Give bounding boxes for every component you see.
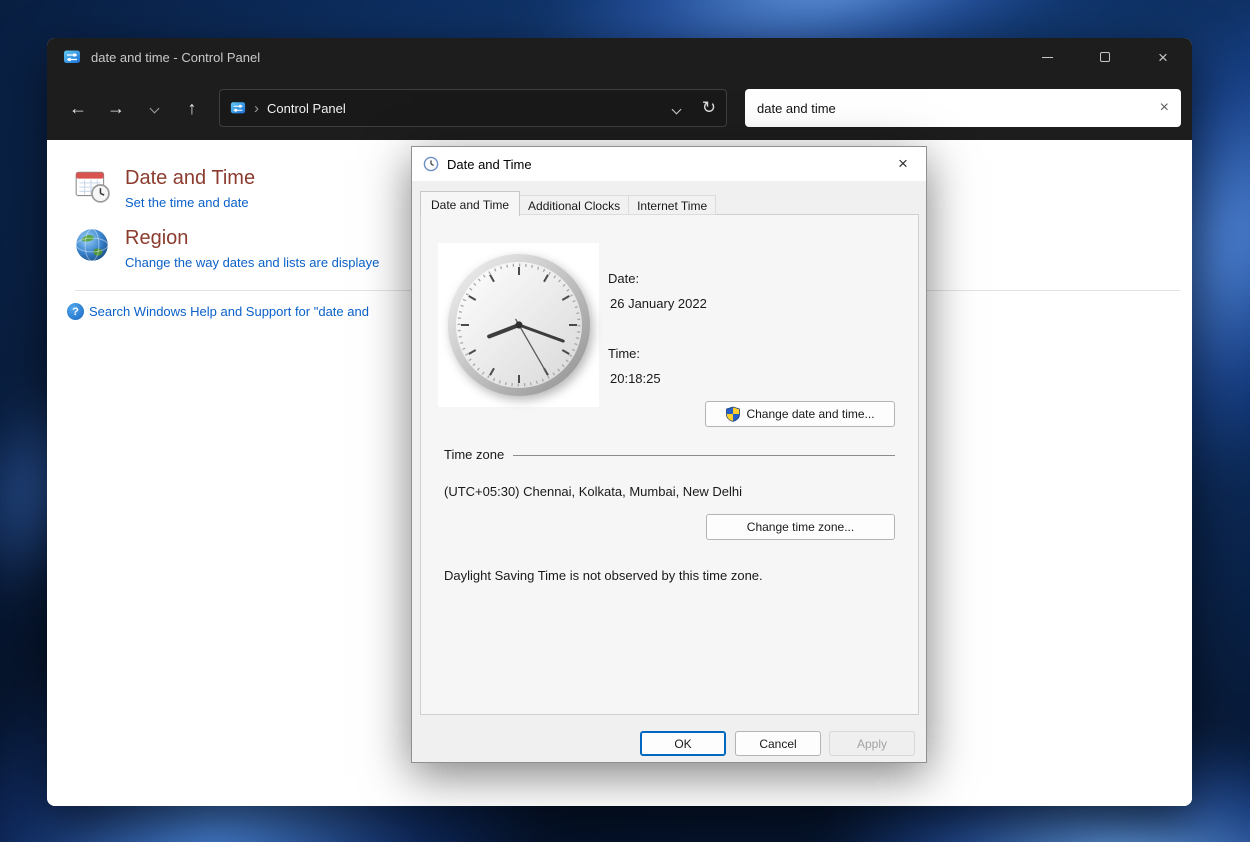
address-dropdown-chevron[interactable] [673, 101, 680, 116]
up-icon: ↑ [188, 98, 197, 119]
apply-button[interactable]: Apply [829, 731, 915, 756]
toolbar: ← → ↑ › Control Panel ↻ × [47, 76, 1192, 140]
result-title-link[interactable]: Region [125, 226, 379, 250]
maximize-icon [1100, 52, 1110, 62]
tab-page: Date: 26 January 2022 Time: 20:18:25 Cha… [420, 214, 919, 715]
help-row: ? Search Windows Help and Support for "d… [67, 303, 369, 320]
forward-button[interactable]: → [97, 90, 135, 126]
clear-search-button[interactable]: × [1160, 99, 1169, 117]
ok-button[interactable]: OK [640, 731, 726, 756]
chevron-down-icon [671, 104, 681, 114]
change-date-time-button[interactable]: Change date and time... [705, 401, 895, 427]
uac-shield-icon [725, 406, 741, 422]
maximize-button[interactable] [1076, 38, 1134, 76]
chevron-down-icon [149, 103, 159, 113]
result-title-link[interactable]: Date and Time [125, 166, 255, 190]
up-button[interactable]: ↑ [173, 90, 211, 126]
search-box[interactable]: × [745, 89, 1181, 127]
breadcrumb-control-panel[interactable]: Control Panel [267, 101, 346, 116]
forward-icon: → [107, 98, 125, 119]
change-date-time-label: Change date and time... [746, 407, 874, 421]
result-date-time: Date and Time Set the time and date [73, 166, 255, 210]
dialog-title: Date and Time [447, 157, 532, 172]
cancel-button[interactable]: Cancel [735, 731, 821, 756]
timezone-value: (UTC+05:30) Chennai, Kolkata, Mumbai, Ne… [444, 484, 742, 499]
back-button[interactable]: ← [59, 90, 97, 126]
back-icon: ← [69, 98, 87, 119]
timezone-divider [513, 455, 895, 456]
change-timezone-label: Change time zone... [747, 520, 854, 534]
change-timezone-button[interactable]: Change time zone... [706, 514, 895, 540]
dialog-clock-icon [423, 156, 439, 172]
tab-internet-time[interactable]: Internet Time [629, 195, 716, 215]
dst-note: Daylight Saving Time is not observed by … [444, 568, 763, 583]
address-bar[interactable]: › Control Panel ↻ [219, 89, 727, 127]
result-sub-link[interactable]: Set the time and date [125, 195, 255, 210]
minimize-icon [1042, 57, 1053, 58]
window-title: date and time - Control Panel [91, 50, 260, 65]
breadcrumb-separator-icon: › [254, 100, 259, 117]
close-button[interactable]: × [1134, 38, 1192, 76]
date-label: Date: [608, 271, 639, 286]
dialog-close-button[interactable]: × [880, 147, 926, 181]
analog-clock [438, 243, 599, 407]
date-time-dialog: Date and Time × Date and Time Additional… [411, 146, 927, 763]
dialog-tabs: Date and Time Additional Clocks Internet… [420, 191, 716, 215]
control-panel-icon-small [230, 100, 246, 116]
calendar-clock-icon[interactable] [73, 166, 111, 204]
time-value: 20:18:25 [610, 371, 661, 386]
search-input[interactable] [757, 101, 1152, 116]
close-icon: × [898, 154, 908, 174]
help-icon[interactable]: ? [67, 303, 84, 320]
control-panel-icon [63, 48, 81, 66]
help-link[interactable]: Search Windows Help and Support for "dat… [89, 304, 369, 319]
date-value: 26 January 2022 [610, 296, 707, 311]
tab-additional-clocks[interactable]: Additional Clocks [520, 195, 629, 215]
globe-icon[interactable] [73, 226, 111, 264]
tab-date-and-time[interactable]: Date and Time [420, 191, 520, 216]
minimize-button[interactable] [1018, 38, 1076, 76]
dialog-titlebar: Date and Time × [412, 147, 926, 181]
timezone-group-label: Time zone [444, 447, 504, 462]
recent-pages-button[interactable] [135, 90, 173, 126]
result-region: Region Change the way dates and lists ar… [73, 226, 379, 270]
window-titlebar: date and time - Control Panel × [47, 38, 1192, 76]
time-label: Time: [608, 346, 640, 361]
caption-buttons: × [1018, 38, 1192, 76]
refresh-button[interactable]: ↻ [702, 98, 716, 118]
result-sub-link[interactable]: Change the way dates and lists are displ… [125, 255, 379, 270]
close-icon: × [1158, 49, 1168, 66]
